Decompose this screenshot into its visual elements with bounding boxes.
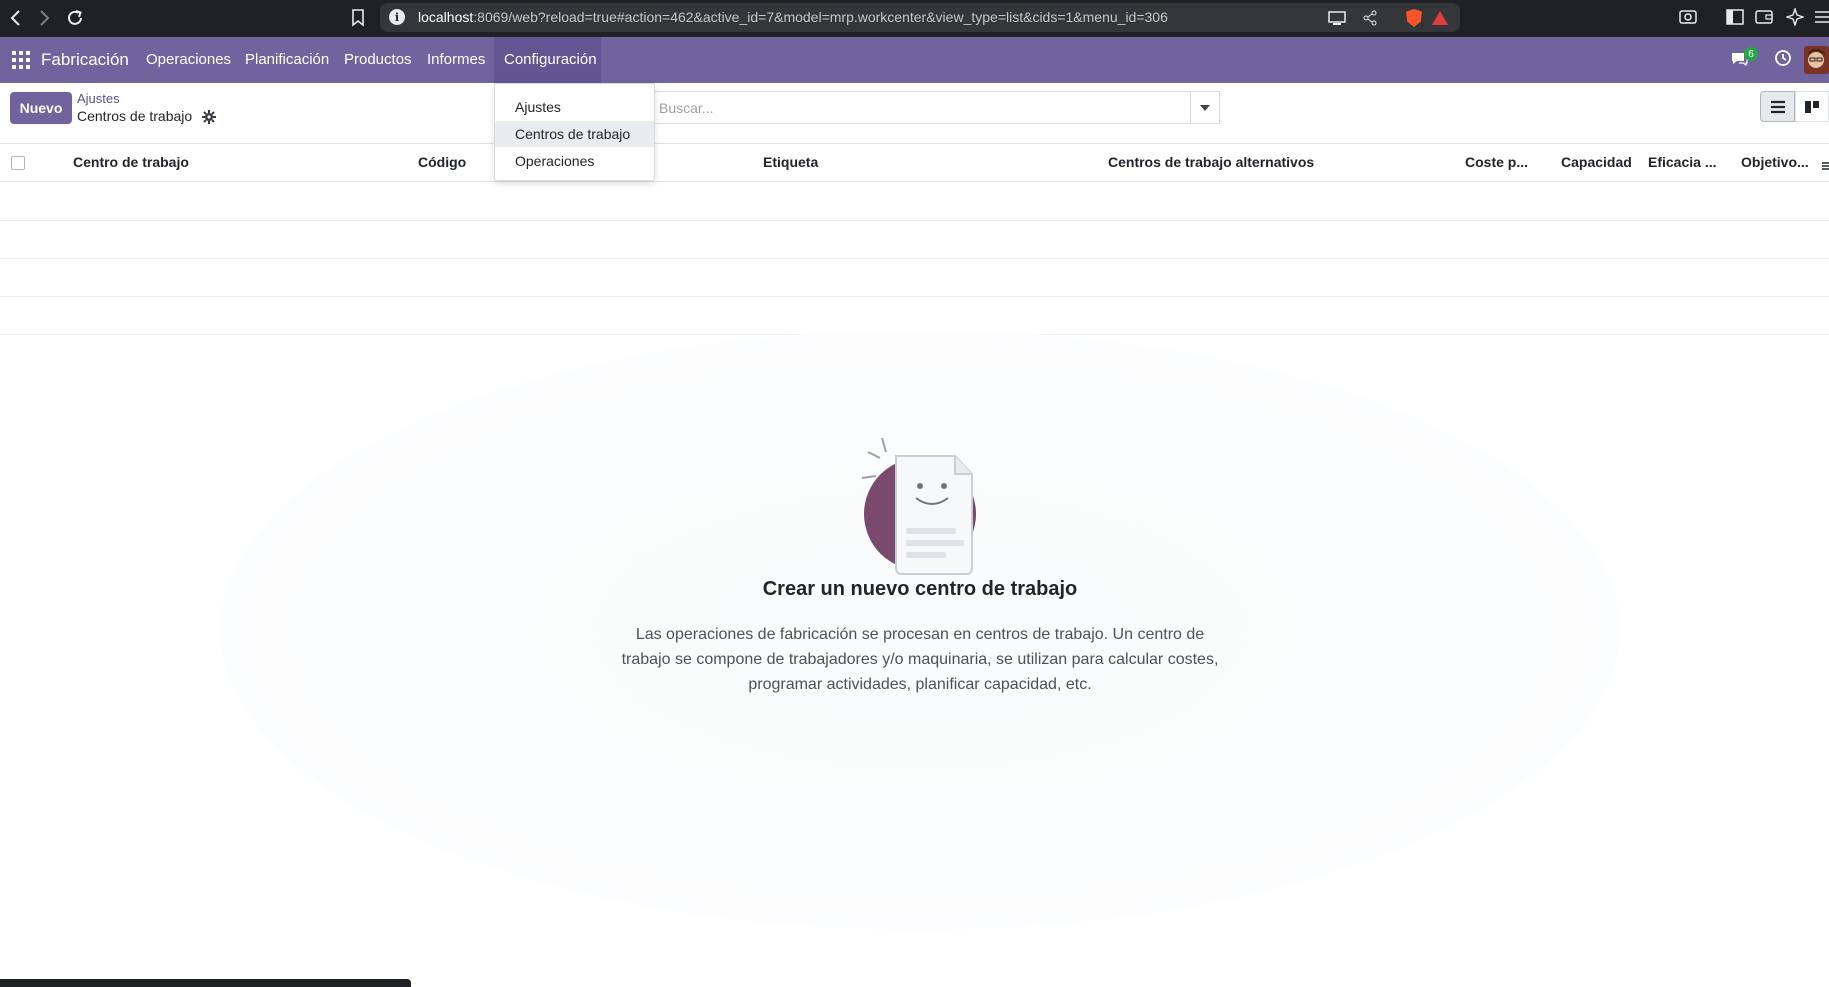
leo-ai-icon[interactable] (1784, 6, 1806, 28)
chat-badge: 6 (1744, 47, 1758, 61)
app-name[interactable]: Fabricación (41, 50, 129, 70)
empty-state-description: Las operaciones de fabricación se proces… (621, 626, 1219, 693)
menu-planificacion[interactable]: Planificación (245, 51, 329, 68)
breadcrumb-current: Centros de trabajo (77, 108, 193, 124)
search-input[interactable]: Buscar... (648, 91, 1220, 124)
dropdown-item-ajustes[interactable]: Ajustes (495, 94, 654, 120)
user-avatar[interactable] (1804, 46, 1829, 74)
search-placeholder: Buscar... (659, 100, 714, 116)
empty-row-divider (0, 258, 1829, 259)
site-info-icon[interactable]: i (389, 9, 405, 25)
menu-informes[interactable]: Informes (427, 51, 485, 68)
column-codigo[interactable]: Código (418, 154, 466, 170)
list-view-button[interactable] (1760, 91, 1795, 122)
wallet-icon[interactable] (1755, 8, 1773, 26)
column-eficacia[interactable]: Eficacia ... (1648, 154, 1716, 170)
address-bar[interactable]: i localhost:8069/web?reload=true#action=… (380, 3, 1460, 32)
column-settings-icon[interactable] (1822, 158, 1829, 170)
apps-menu-icon[interactable] (12, 51, 30, 69)
empty-state-title: Crear un nuevo centro de trabajo (762, 578, 1078, 600)
dropdown-item-operaciones[interactable]: Operaciones (495, 148, 654, 174)
column-capacidad[interactable]: Capacidad (1561, 154, 1632, 170)
reload-icon[interactable] (62, 5, 88, 31)
sidebar-icon[interactable] (1726, 8, 1744, 26)
url-text[interactable]: localhost:8069/web?reload=true#action=46… (418, 9, 1168, 25)
configuracion-dropdown: Ajustes Centros de trabajo Operaciones (494, 83, 655, 181)
menu-operaciones[interactable]: Operaciones (146, 51, 231, 68)
cast-icon[interactable] (1327, 8, 1347, 28)
browser-status-bar (0, 979, 411, 987)
brave-shield-icon[interactable] (1406, 9, 1422, 27)
menu-icon[interactable] (1813, 8, 1829, 26)
bookmark-icon[interactable] (345, 5, 371, 31)
chevron-down-icon (1200, 104, 1210, 111)
column-etiqueta[interactable]: Etiqueta (763, 154, 818, 170)
screenshot-icon[interactable] (1679, 8, 1697, 26)
share-icon[interactable] (1360, 8, 1380, 28)
browser-toolbar: i localhost:8069/web?reload=true#action=… (0, 0, 1829, 37)
column-coste[interactable]: Coste p... (1465, 154, 1528, 170)
activity-clock-icon[interactable] (1774, 49, 1792, 67)
brave-rewards-icon[interactable] (1432, 11, 1448, 25)
empty-row-divider (0, 296, 1829, 297)
back-icon[interactable] (3, 5, 29, 31)
kanban-view-button[interactable] (1795, 91, 1829, 122)
empty-row-divider (0, 220, 1829, 221)
column-objetivo[interactable]: Objetivo... (1741, 154, 1809, 170)
menu-productos[interactable]: Productos (344, 51, 412, 68)
gear-icon[interactable] (202, 109, 216, 124)
new-button[interactable]: Nuevo (10, 92, 72, 124)
search-options-toggle[interactable] (1190, 91, 1220, 124)
column-centro-de-trabajo[interactable]: Centro de trabajo (73, 154, 189, 170)
column-centros-alternativos[interactable]: Centros de trabajo alternativos (1108, 154, 1314, 170)
empty-document-illustration (860, 436, 980, 576)
odoo-navbar: Fabricación Operaciones Planificación Pr… (0, 37, 1829, 83)
table-header: Centro de trabajo Código Etiqueta Centro… (0, 143, 1829, 182)
menu-configuracion[interactable]: Configuración (504, 51, 597, 68)
forward-icon[interactable] (31, 5, 57, 31)
select-all-checkbox[interactable] (11, 156, 25, 170)
dropdown-item-centros-de-trabajo[interactable]: Centros de trabajo (495, 121, 654, 147)
breadcrumb-parent[interactable]: Ajustes (77, 91, 120, 106)
